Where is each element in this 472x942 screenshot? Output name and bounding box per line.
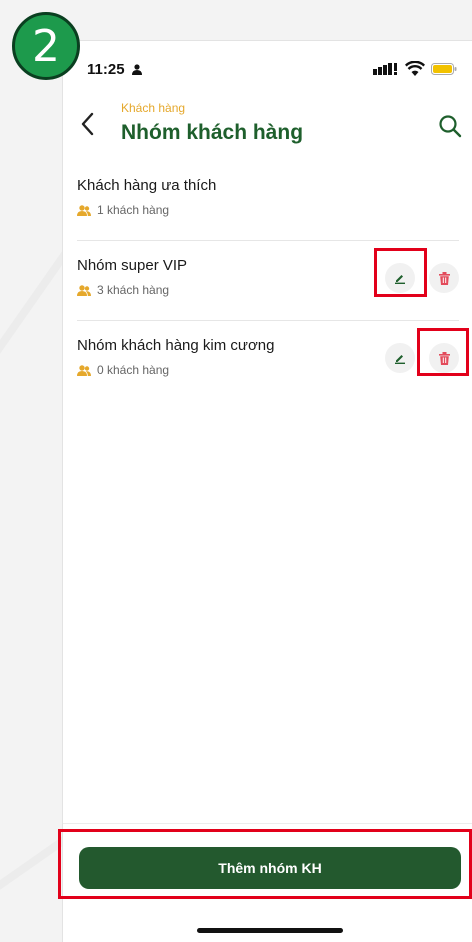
wifi-icon	[405, 61, 425, 76]
pencil-icon	[395, 355, 405, 364]
home-indicator	[197, 928, 343, 933]
status-bar: 11:25	[63, 41, 472, 101]
pencil-icon	[395, 275, 405, 284]
group-name: Nhóm super VIP	[77, 257, 188, 274]
group-name: Khách hàng ưa thích	[77, 177, 217, 194]
group-count-label: 0 khách hàng	[97, 363, 170, 377]
group-count-label: 3 khách hàng	[97, 283, 170, 297]
group-count-label: 1 khách hàng	[97, 203, 170, 217]
users-icon	[77, 364, 91, 376]
breadcrumb: Khách hàng	[121, 101, 186, 115]
trash-icon	[438, 351, 450, 365]
delete-button[interactable]	[429, 263, 459, 293]
users-icon	[77, 284, 91, 296]
add-group-button[interactable]: Thêm nhóm KH	[79, 847, 461, 889]
group-item[interactable]: Nhóm super VIP 3 khách hàng	[77, 241, 459, 321]
search-icon[interactable]	[437, 113, 463, 139]
group-name: Nhóm khách hàng kim cương	[77, 337, 275, 354]
users-icon	[77, 204, 91, 216]
page-title: Nhóm khách hàng	[121, 121, 304, 144]
delete-button[interactable]	[429, 343, 459, 373]
edit-button[interactable]	[385, 263, 415, 293]
battery-icon	[431, 63, 457, 75]
status-time: 11:25	[87, 61, 125, 78]
group-count: 0 khách hàng	[77, 363, 169, 377]
group-count: 1 khách hàng	[77, 203, 169, 217]
header: Khách hàng Nhóm khách hàng	[63, 101, 472, 161]
trash-icon	[438, 271, 450, 285]
signal-icon	[373, 63, 397, 75]
person-icon	[132, 64, 142, 75]
group-list: Khách hàng ưa thích 1 khách hàng Nhóm su…	[63, 161, 472, 401]
group-item[interactable]: Nhóm khách hàng kim cương 0 khách hàng	[77, 321, 459, 401]
edit-button[interactable]	[385, 343, 415, 373]
group-item[interactable]: Khách hàng ưa thích 1 khách hàng	[77, 161, 459, 241]
back-button[interactable]	[75, 109, 101, 139]
step-badge: 2	[12, 12, 80, 80]
phone-screen: 11:25 Khách hàng Nhóm khách hàng Khách h…	[62, 40, 472, 942]
group-count: 3 khách hàng	[77, 283, 169, 297]
bottom-divider	[63, 823, 472, 824]
